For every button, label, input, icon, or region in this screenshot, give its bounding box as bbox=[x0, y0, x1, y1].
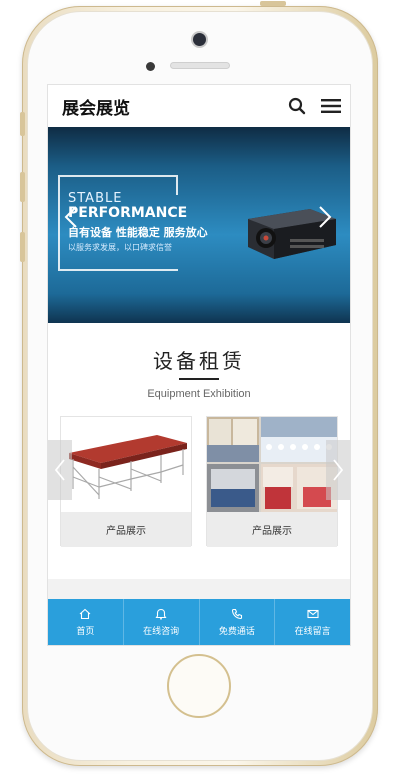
banner-prev-arrow[interactable] bbox=[60, 205, 84, 229]
power-button bbox=[260, 1, 286, 6]
home-button[interactable] bbox=[167, 654, 231, 718]
carousel-prev-arrow[interactable] bbox=[48, 440, 72, 500]
earpiece-speaker bbox=[170, 62, 230, 69]
product-card-label: 产品展示 bbox=[207, 512, 337, 547]
nav-label: 免费通话 bbox=[218, 626, 255, 637]
section-divider bbox=[179, 378, 219, 380]
stage-platform-image bbox=[61, 417, 191, 512]
chevron-right-icon bbox=[333, 459, 344, 481]
product-card-label: 产品展示 bbox=[61, 512, 191, 547]
product-carousel: 产品展示 产品展示 bbox=[48, 416, 350, 554]
site-logo[interactable]: 展会展览 bbox=[62, 94, 130, 119]
search-icon[interactable] bbox=[286, 95, 308, 117]
nav-label: 首页 bbox=[76, 626, 95, 637]
volume-up-button bbox=[20, 172, 25, 202]
hero-banner[interactable]: STABLE PERFORMANCE 自有设备 性能稳定 服务放心 以服务求发展… bbox=[48, 127, 350, 323]
proximity-sensor bbox=[146, 62, 155, 71]
nav-label: 在线咨询 bbox=[143, 626, 180, 637]
banner-line-2: PERFORMANCE bbox=[68, 205, 188, 221]
nav-item-home[interactable]: 首页 bbox=[48, 599, 124, 645]
section-header: 设备租赁 Equipment Exhibition bbox=[48, 345, 350, 400]
carousel-next-arrow[interactable] bbox=[326, 440, 350, 500]
banner-subtext: 以服务求发展，以口碑求信誉 bbox=[68, 243, 172, 252]
bottom-nav-bar: 首页 在线咨询 免费通话 在线留言 bbox=[48, 599, 350, 645]
phone-icon bbox=[231, 608, 242, 619]
nav-item-consult[interactable]: 在线咨询 bbox=[124, 599, 200, 645]
header-bar: 展会展览 bbox=[48, 85, 350, 127]
event-venue-image bbox=[207, 417, 337, 512]
product-card[interactable]: 产品展示 bbox=[206, 416, 338, 547]
phone-screen: 展会展览 STABLE PERFORMANCE 自有设备 性能稳定 服务放心 以… bbox=[47, 84, 351, 646]
chat-icon bbox=[155, 608, 167, 620]
mute-switch bbox=[20, 112, 25, 136]
banner-line-1: STABLE bbox=[68, 191, 123, 206]
chevron-left-icon bbox=[54, 459, 65, 481]
product-card[interactable]: 产品展示 bbox=[60, 416, 192, 547]
menu-icon[interactable] bbox=[320, 95, 342, 117]
banner-next-arrow[interactable] bbox=[312, 205, 336, 229]
front-camera bbox=[193, 33, 206, 46]
section-title-en: Equipment Exhibition bbox=[147, 388, 251, 400]
volume-down-button bbox=[20, 232, 25, 262]
nav-item-message[interactable]: 在线留言 bbox=[275, 599, 350, 645]
nav-item-call[interactable]: 免费通话 bbox=[200, 599, 276, 645]
nav-label: 在线留言 bbox=[294, 626, 331, 637]
home-icon bbox=[80, 608, 91, 619]
section-title-cn: 设备租赁 bbox=[153, 349, 245, 373]
banner-slogan: 自有设备 性能稳定 服务放心 bbox=[68, 226, 208, 239]
mail-icon bbox=[307, 609, 319, 618]
